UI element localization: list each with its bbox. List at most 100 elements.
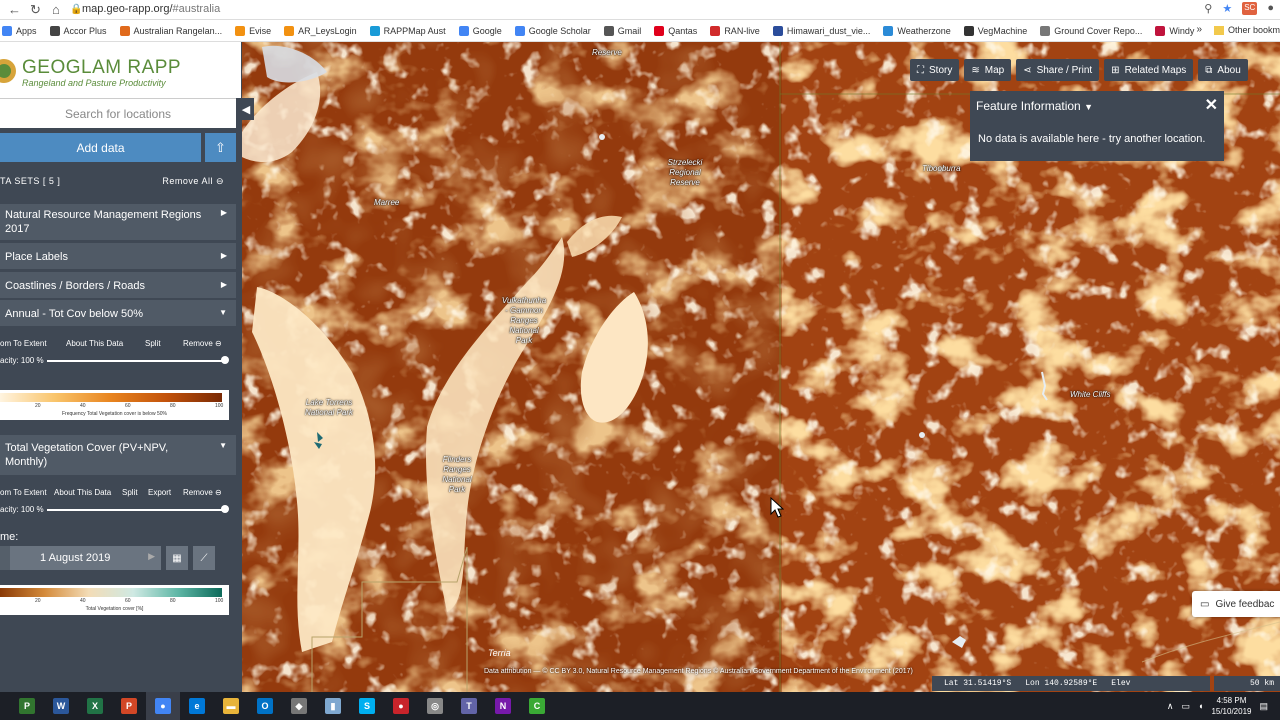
map-button-story[interactable]: ⛶ Story bbox=[910, 59, 960, 81]
dataset-total-veg-cover[interactable]: Total Vegetation Cover (PV+NPV, Monthly)… bbox=[0, 435, 236, 475]
clock[interactable]: 4:58 PM 15/10/2019 bbox=[1211, 695, 1251, 717]
bookmark-item[interactable]: Apps bbox=[2, 25, 37, 36]
taskbar-button[interactable]: P bbox=[112, 692, 146, 720]
taskbar-button[interactable]: N bbox=[486, 692, 520, 720]
split-button[interactable]: Split bbox=[145, 339, 161, 348]
taskbar-button[interactable]: T bbox=[452, 692, 486, 720]
back-icon[interactable]: ← bbox=[8, 2, 21, 17]
upload-icon: ⇧ bbox=[215, 139, 226, 155]
bookmark-item[interactable]: Evise bbox=[235, 25, 271, 36]
previous-date-button[interactable] bbox=[0, 546, 10, 570]
about-data-button[interactable]: About This Data bbox=[66, 339, 123, 348]
taskbar-button[interactable]: C bbox=[520, 692, 554, 720]
bookmark-item[interactable]: VegMachine bbox=[963, 25, 1027, 36]
share-icon: ⋖ bbox=[1023, 64, 1032, 76]
add-data-button[interactable]: Add data bbox=[0, 133, 201, 162]
extension-badge[interactable]: SC bbox=[1242, 2, 1258, 15]
collapse-panel-button[interactable]: ◀ bbox=[238, 98, 254, 120]
zoom-icon[interactable]: ⚲ bbox=[1204, 2, 1212, 15]
bookmark-item[interactable]: Gmail bbox=[603, 25, 641, 36]
network-icon[interactable]: ▭ bbox=[1181, 701, 1190, 712]
address-bar[interactable]: map.geo-rapp.org/#australia bbox=[82, 3, 220, 15]
bookmark-favicon-icon bbox=[2, 25, 12, 36]
bookmarks-bar: Apps Accor Plus Australian Rangelan... Evis… bbox=[0, 20, 1280, 42]
taskbar-button[interactable]: P bbox=[10, 692, 44, 720]
taskbar-button[interactable]: ▬ bbox=[214, 692, 248, 720]
bookmark-item[interactable]: Himawari_dust_vie... bbox=[772, 25, 870, 36]
terria-logo[interactable]: Terria bbox=[488, 648, 511, 658]
dataset-nrm-regions[interactable]: Natural Resource Management Regions 2017… bbox=[0, 204, 236, 240]
bookmarks-overflow-button[interactable]: » bbox=[1196, 24, 1202, 35]
map-button-share-print[interactable]: ⋖ Share / Print bbox=[1016, 59, 1100, 81]
bookmark-item[interactable]: RAN-live bbox=[710, 25, 760, 36]
zoom-to-extent-button[interactable]: om To Extent bbox=[0, 339, 47, 348]
legend-tick: 20 bbox=[35, 403, 41, 409]
map-button-map[interactable]: ≋ Map bbox=[964, 59, 1012, 81]
taskbar-button[interactable]: ◎ bbox=[418, 692, 452, 720]
reload-icon[interactable]: ↻ bbox=[30, 2, 41, 18]
timeline-button[interactable]: ▦ bbox=[166, 546, 188, 570]
dataset-annual-tot-cov[interactable]: Annual - Tot Cov below 50% ▼ bbox=[0, 300, 236, 326]
bookmark-item[interactable]: Ground Cover Repo... bbox=[1040, 25, 1142, 36]
bookmark-item[interactable]: AR_LeysLogin bbox=[284, 25, 357, 36]
bookmark-item[interactable]: Accor Plus bbox=[49, 25, 107, 36]
dataset-coastlines[interactable]: Coastlines / Borders / Roads ▶ bbox=[0, 272, 236, 298]
home-icon[interactable]: ⌂ bbox=[52, 2, 60, 17]
split-button[interactable]: Split bbox=[122, 488, 138, 497]
feature-info-title[interactable]: Feature Information ▼ bbox=[976, 99, 1093, 113]
give-feedback-button[interactable]: ▭ Give feedbac bbox=[1192, 591, 1280, 617]
bookmark-item[interactable]: Australian Rangelan... bbox=[119, 25, 222, 36]
bookmark-item[interactable]: Windy bbox=[1155, 25, 1194, 36]
date-picker[interactable]: 1 August 2019 ▶ bbox=[0, 546, 161, 570]
opacity-slider-handle[interactable] bbox=[221, 505, 229, 513]
map-button-related-maps[interactable]: ⊞ Related Maps bbox=[1104, 59, 1194, 81]
remove-button[interactable]: Remove ⊖ bbox=[183, 339, 222, 348]
map-label-vulkathunha: Vulkathunha - Gammon Ranges National Par… bbox=[501, 296, 547, 345]
dataset-place-labels[interactable]: Place Labels ▶ bbox=[0, 243, 236, 269]
other-bookmarks[interactable]: Other bookm bbox=[1213, 25, 1280, 35]
close-icon[interactable]: ✕ bbox=[1205, 95, 1218, 115]
star-icon[interactable]: ★ bbox=[1222, 2, 1232, 15]
notifications-icon[interactable]: ▤ bbox=[1259, 701, 1268, 712]
bookmark-favicon-icon bbox=[235, 25, 246, 36]
about-data-button[interactable]: About This Data bbox=[54, 488, 111, 497]
taskbar-button[interactable]: X bbox=[78, 692, 112, 720]
opacity-slider[interactable] bbox=[47, 509, 226, 511]
upload-button[interactable]: ⇧ bbox=[205, 133, 236, 162]
bookmark-item[interactable]: Google bbox=[458, 25, 502, 36]
zoom-to-extent-button[interactable]: om To Extent bbox=[0, 488, 47, 497]
volume-icon[interactable]: ◖ bbox=[1198, 701, 1203, 711]
taskbar-button[interactable]: e bbox=[180, 692, 214, 720]
taskbar-button[interactable]: ◆ bbox=[282, 692, 316, 720]
bookmark-item[interactable]: Weatherzone bbox=[883, 25, 951, 36]
map-button-abou[interactable]: ⧉ Abou bbox=[1198, 59, 1248, 81]
bookmark-item[interactable]: Qantas bbox=[654, 25, 697, 36]
edge-icon: e bbox=[189, 698, 205, 714]
taskbar-button[interactable]: ● bbox=[146, 692, 180, 720]
taskbar-button[interactable]: ▮ bbox=[316, 692, 350, 720]
logo[interactable]: GEOGLAM RAPP Rangeland and Pasture Produ… bbox=[0, 42, 241, 98]
export-button[interactable]: Export bbox=[148, 488, 171, 497]
bookmark-favicon-icon bbox=[514, 25, 525, 36]
bookmark-item[interactable]: RAPPMap Aust bbox=[369, 25, 446, 36]
feature-info-message: No data is available here - try another … bbox=[978, 133, 1206, 145]
remove-button[interactable]: Remove ⊖ bbox=[183, 488, 222, 497]
powerpoint-icon: P bbox=[121, 698, 137, 714]
search-input[interactable]: Search for locations bbox=[0, 98, 236, 128]
opacity-slider-handle[interactable] bbox=[221, 356, 229, 364]
tray-chevron-icon[interactable]: ∧ bbox=[1167, 701, 1174, 712]
layers-icon: ≋ bbox=[971, 64, 980, 76]
line-chart-icon: ⟋ bbox=[200, 552, 208, 564]
taskbar-button[interactable]: S bbox=[350, 692, 384, 720]
taskbar-button[interactable]: O bbox=[248, 692, 282, 720]
chart-button[interactable]: ⟋ bbox=[193, 546, 215, 570]
bookmark-item[interactable]: Google Scholar bbox=[514, 25, 591, 36]
next-date-button[interactable]: ▶ bbox=[148, 551, 155, 562]
account-icon[interactable]: ● bbox=[1267, 2, 1274, 15]
remove-all-button[interactable]: Remove All ⊖ bbox=[162, 176, 224, 187]
taskbar-button[interactable]: ● bbox=[384, 692, 418, 720]
story-icon: ⛶ bbox=[917, 64, 924, 76]
opacity-slider[interactable] bbox=[47, 360, 226, 362]
tvc-legend: 20 40 60 80 100 Total Vegetation cover [%] bbox=[0, 585, 229, 615]
taskbar-button[interactable]: W bbox=[44, 692, 78, 720]
